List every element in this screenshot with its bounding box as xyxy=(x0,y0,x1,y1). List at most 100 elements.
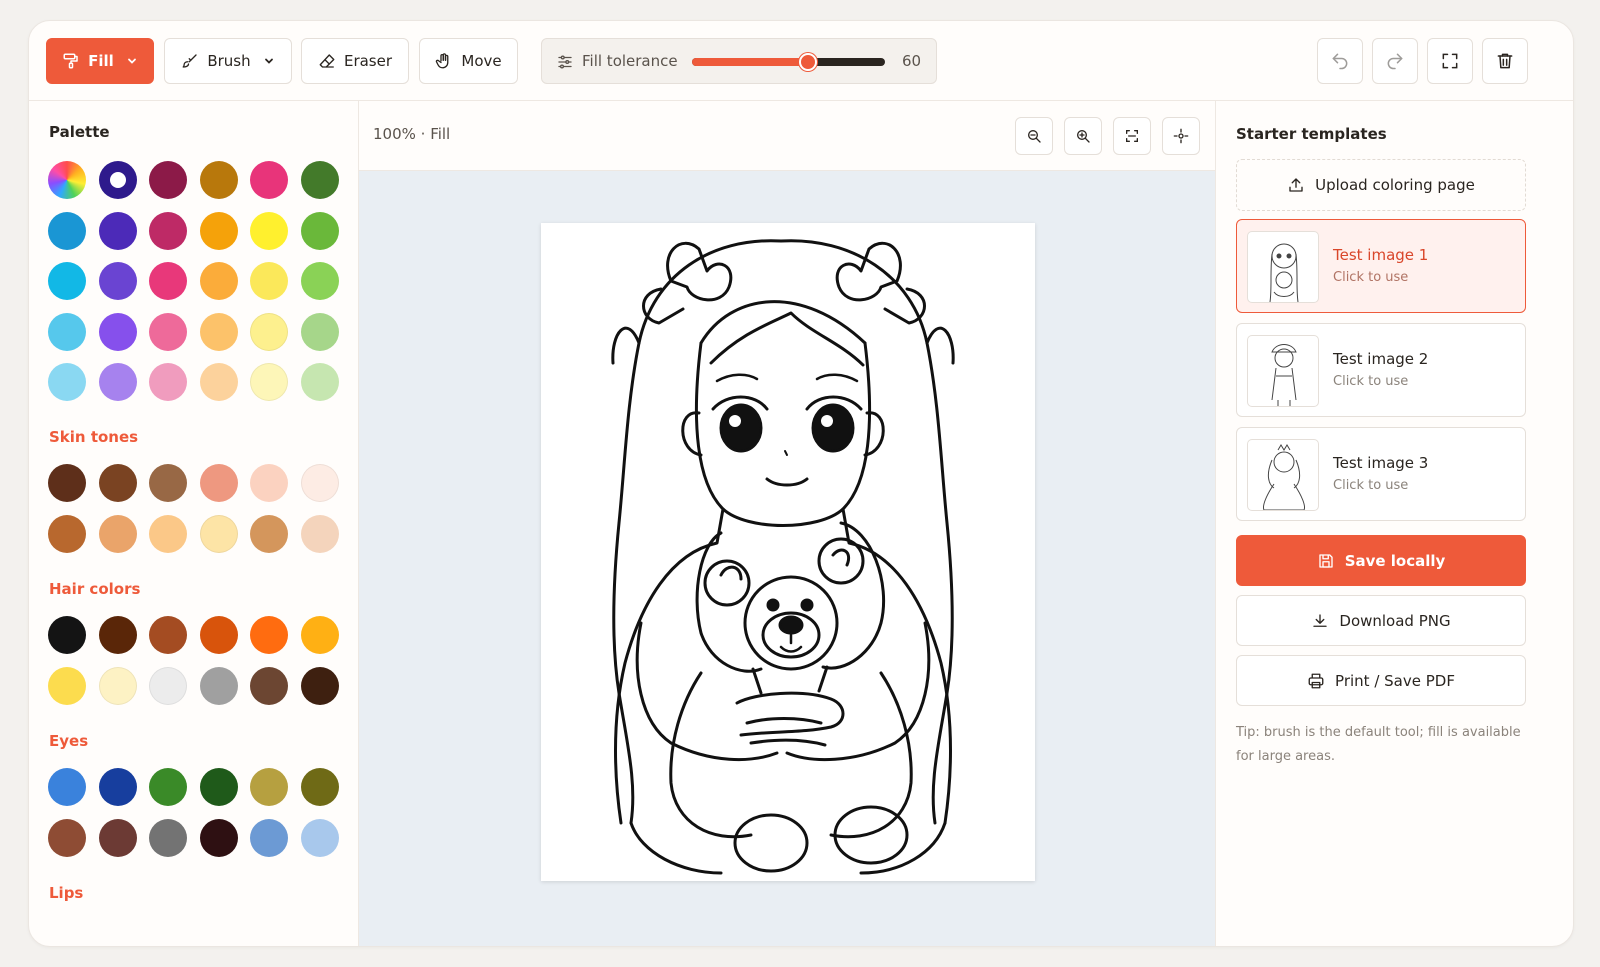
color-swatch[interactable] xyxy=(48,768,86,806)
color-swatch[interactable] xyxy=(300,262,339,300)
color-swatch[interactable] xyxy=(149,464,187,502)
fullscreen-button[interactable] xyxy=(1427,38,1473,84)
color-swatch[interactable] xyxy=(98,161,137,199)
color-swatch[interactable] xyxy=(149,768,187,806)
color-swatch[interactable] xyxy=(149,363,187,401)
template-card-1[interactable]: Test image 1 Click to use xyxy=(1236,219,1526,313)
eraser-icon xyxy=(319,54,335,68)
color-swatch[interactable] xyxy=(98,616,137,654)
template-card-2[interactable]: Test image 2 Click to use xyxy=(1236,323,1526,417)
zoom-in-button[interactable] xyxy=(1064,117,1102,155)
color-swatch[interactable] xyxy=(199,768,238,806)
color-swatch[interactable] xyxy=(98,363,137,401)
color-swatch[interactable] xyxy=(250,262,288,300)
print-save-pdf-label: Print / Save PDF xyxy=(1335,671,1455,690)
hand-icon xyxy=(436,53,449,69)
hair-colors-title: Hair colors xyxy=(49,580,141,598)
print-save-pdf-button[interactable]: Print / Save PDF xyxy=(1236,655,1526,706)
upload-coloring-page-button[interactable]: Upload coloring page xyxy=(1236,159,1526,211)
color-swatch[interactable] xyxy=(199,616,238,654)
color-swatch[interactable] xyxy=(98,262,137,300)
redo-button[interactable] xyxy=(1372,38,1418,84)
starter-templates-title: Starter templates xyxy=(1236,125,1387,143)
color-swatch[interactable] xyxy=(300,211,339,250)
color-swatch[interactable] xyxy=(48,818,86,857)
color-swatch[interactable] xyxy=(199,666,238,705)
save-locally-button[interactable]: Save locally xyxy=(1236,535,1526,586)
color-swatch[interactable] xyxy=(300,161,339,199)
color-swatch[interactable] xyxy=(98,818,137,857)
color-swatch[interactable] xyxy=(199,464,238,502)
color-swatch[interactable] xyxy=(199,211,238,250)
color-swatch[interactable] xyxy=(250,616,288,654)
template-card-3[interactable]: Test image 3 Click to use xyxy=(1236,427,1526,521)
color-swatch[interactable] xyxy=(98,312,137,351)
color-swatch[interactable] xyxy=(149,514,187,553)
color-swatch[interactable] xyxy=(98,514,137,553)
color-swatch[interactable] xyxy=(300,768,339,806)
fill-tool-button[interactable]: Fill xyxy=(46,38,154,84)
color-swatch[interactable] xyxy=(250,514,288,553)
color-swatch[interactable] xyxy=(250,768,288,806)
color-swatch[interactable] xyxy=(199,312,238,351)
color-swatch[interactable] xyxy=(199,514,238,553)
color-swatch[interactable] xyxy=(250,818,288,857)
color-swatch[interactable] xyxy=(300,514,339,553)
color-swatch[interactable] xyxy=(149,666,187,705)
upload-icon xyxy=(1289,178,1303,192)
rainbow-swatch[interactable] xyxy=(48,161,86,199)
coloring-page-canvas[interactable] xyxy=(541,223,1035,881)
color-swatch[interactable] xyxy=(48,211,86,250)
chevron-down-icon xyxy=(264,58,273,64)
canvas-area: 100% · Fill xyxy=(359,101,1215,946)
color-swatch[interactable] xyxy=(98,464,137,502)
color-swatch[interactable] xyxy=(250,363,288,401)
color-swatch[interactable] xyxy=(98,666,137,705)
color-swatch[interactable] xyxy=(199,363,238,401)
color-swatch[interactable] xyxy=(149,312,187,351)
color-swatch[interactable] xyxy=(48,363,86,401)
color-swatch[interactable] xyxy=(300,363,339,401)
color-swatch[interactable] xyxy=(98,768,137,806)
color-swatch[interactable] xyxy=(48,312,86,351)
color-swatch[interactable] xyxy=(149,161,187,199)
zoom-out-button[interactable] xyxy=(1015,117,1053,155)
color-swatch[interactable] xyxy=(300,312,339,351)
color-swatch[interactable] xyxy=(300,818,339,857)
color-swatch[interactable] xyxy=(250,161,288,199)
template-name: Test image 2 xyxy=(1333,350,1429,368)
fill-tolerance-slider[interactable] xyxy=(692,53,885,71)
color-swatch[interactable] xyxy=(199,818,238,857)
brush-tool-button[interactable]: Brush xyxy=(164,38,292,84)
download-png-button[interactable]: Download PNG xyxy=(1236,595,1526,646)
color-swatch[interactable] xyxy=(250,312,288,351)
color-swatch[interactable] xyxy=(48,262,86,300)
undo-button[interactable] xyxy=(1317,38,1363,84)
slider-thumb[interactable] xyxy=(798,53,817,71)
color-swatch[interactable] xyxy=(48,616,86,654)
color-swatch[interactable] xyxy=(250,211,288,250)
color-swatch[interactable] xyxy=(48,666,86,705)
color-swatch[interactable] xyxy=(149,616,187,654)
template-princess-thumbnail xyxy=(1263,444,1305,510)
color-swatch[interactable] xyxy=(300,616,339,654)
color-swatch[interactable] xyxy=(98,211,137,250)
color-swatch[interactable] xyxy=(199,262,238,300)
color-swatch[interactable] xyxy=(199,161,238,199)
eraser-tool-label: Eraser xyxy=(343,52,393,70)
move-tool-button[interactable]: Move xyxy=(419,38,518,84)
color-swatch[interactable] xyxy=(250,666,288,705)
color-swatch[interactable] xyxy=(300,464,339,502)
color-swatch[interactable] xyxy=(149,818,187,857)
eraser-tool-button[interactable]: Eraser xyxy=(301,38,409,84)
color-swatch[interactable] xyxy=(48,464,86,502)
color-swatch[interactable] xyxy=(250,464,288,502)
template-name: Test image 3 xyxy=(1333,454,1429,472)
clear-button[interactable] xyxy=(1482,38,1528,84)
color-swatch[interactable] xyxy=(300,666,339,705)
color-swatch[interactable] xyxy=(149,211,187,250)
color-swatch[interactable] xyxy=(48,514,86,553)
color-swatch[interactable] xyxy=(149,262,187,300)
center-view-button[interactable] xyxy=(1162,117,1200,155)
fit-to-screen-button[interactable] xyxy=(1113,117,1151,155)
